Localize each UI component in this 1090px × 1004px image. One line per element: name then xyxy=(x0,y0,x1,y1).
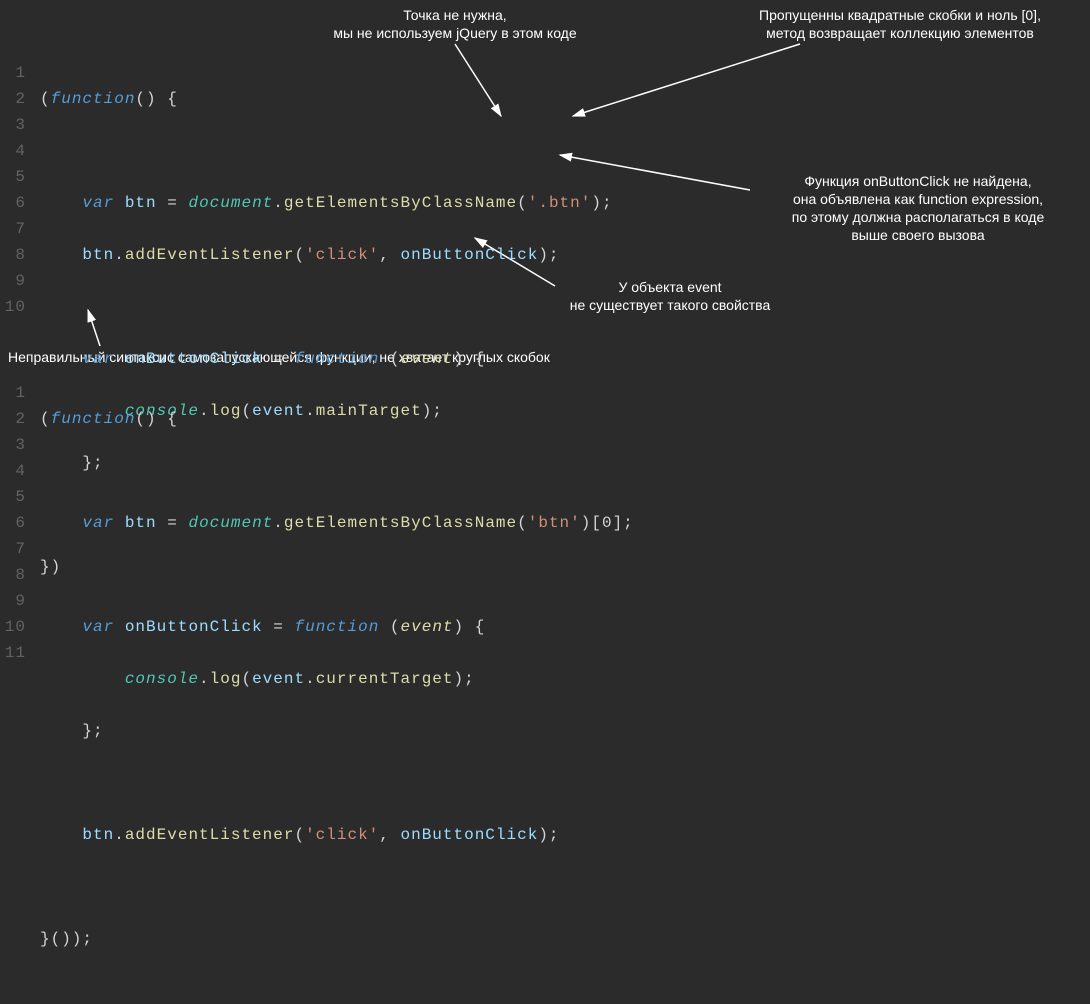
line-number: 8 xyxy=(0,242,26,268)
line-number: 11 xyxy=(0,640,26,666)
code-line: var onButtonClick = function (event) { xyxy=(40,346,613,372)
annotation-text: выше своего вызова xyxy=(851,227,984,243)
line-number: 9 xyxy=(0,268,26,294)
gutter: 1 2 3 4 5 6 7 8 9 10 11 xyxy=(0,380,40,1004)
annotation-text: по этому должна располагаться в коде xyxy=(792,209,1044,225)
code-line: }()); xyxy=(40,926,634,952)
line-number: 1 xyxy=(0,60,26,86)
code-line xyxy=(40,874,634,900)
code-line: btn.addEventListener('click', onButtonCl… xyxy=(40,242,613,268)
line-number: 4 xyxy=(0,458,26,484)
line-number: 3 xyxy=(0,112,26,138)
annotation-text: она объявлена как function expression, xyxy=(793,191,1043,207)
code-line: console.log(event.currentTarget); xyxy=(40,666,634,692)
line-number: 6 xyxy=(0,510,26,536)
code-line: var btn = document.getElementsByClassNam… xyxy=(40,190,613,216)
code-line: btn.addEventListener('click', onButtonCl… xyxy=(40,822,634,848)
line-number: 5 xyxy=(0,164,26,190)
code-line: var btn = document.getElementsByClassNam… xyxy=(40,510,634,536)
code-line: var onButtonClick = function (event) { xyxy=(40,614,634,640)
code-line xyxy=(40,138,613,164)
line-number: 1 xyxy=(0,380,26,406)
line-number: 3 xyxy=(0,432,26,458)
line-number: 2 xyxy=(0,86,26,112)
line-number: 7 xyxy=(0,536,26,562)
annotation-text: Функция onButtonClick не найдена, xyxy=(804,173,1031,189)
line-number: 2 xyxy=(0,406,26,432)
annotation-text: У объекта event xyxy=(618,279,721,295)
line-number: 6 xyxy=(0,190,26,216)
code-line xyxy=(40,770,634,796)
line-number: 5 xyxy=(0,484,26,510)
annotation-text: Точка не нужна, xyxy=(403,7,506,23)
annotation-dot: Точка не нужна, мы не используем jQuery … xyxy=(290,6,620,42)
code-line xyxy=(40,294,613,320)
code-line xyxy=(40,458,634,484)
line-number: 10 xyxy=(0,294,26,320)
line-number: 8 xyxy=(0,562,26,588)
annotation-text: метод возвращает коллекцию элементов xyxy=(766,25,1034,41)
code-line: }; xyxy=(40,718,634,744)
line-number: 10 xyxy=(0,614,26,640)
annotation-onbtn: Функция onButtonClick не найдена, она об… xyxy=(748,172,1088,244)
annotation-text: Пропущенны квадратные скобки и ноль [0], xyxy=(759,7,1041,23)
annotation-text: мы не используем jQuery в этом коде xyxy=(333,25,576,41)
code-line: (function() { xyxy=(40,86,613,112)
line-number: 9 xyxy=(0,588,26,614)
line-number: 4 xyxy=(0,138,26,164)
annotation-brackets: Пропущенны квадратные скобки и ноль [0],… xyxy=(720,6,1080,42)
line-number: 7 xyxy=(0,216,26,242)
code-line xyxy=(40,562,634,588)
code-block-2: 1 2 3 4 5 6 7 8 9 10 11 (function() { va… xyxy=(0,380,634,1004)
code-lines: (function() { var btn = document.getElem… xyxy=(40,380,634,1004)
code-line: (function() { xyxy=(40,406,634,432)
